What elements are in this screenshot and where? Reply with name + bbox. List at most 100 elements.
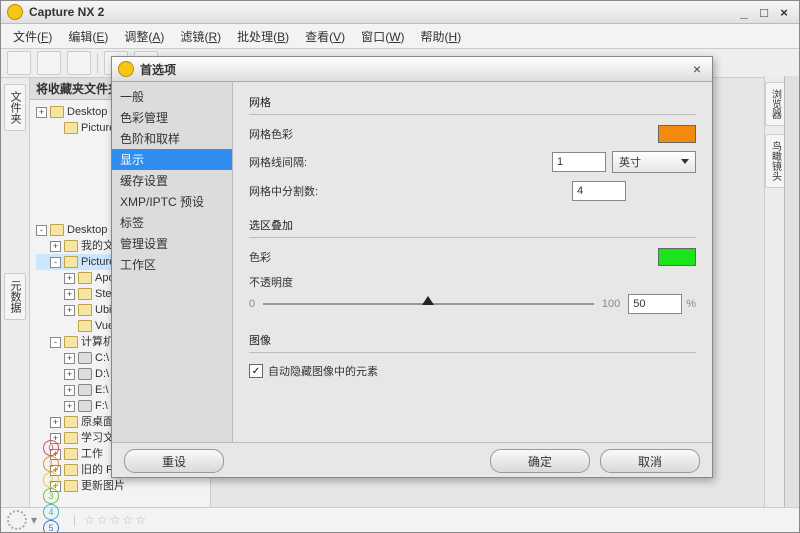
label-pill[interactable]: 5: [43, 520, 59, 533]
rating-stars[interactable]: ☆☆☆☆☆: [84, 513, 148, 527]
folder-icon: [64, 480, 78, 492]
sidetab-folders[interactable]: 文件夹: [4, 84, 26, 131]
expand-icon[interactable]: +: [64, 385, 75, 396]
reset-button[interactable]: 重设: [124, 449, 224, 473]
nav-item[interactable]: 标签: [112, 212, 232, 233]
grid-color-swatch[interactable]: [658, 125, 696, 143]
expand-icon[interactable]: +: [64, 273, 75, 284]
folder-icon: [78, 304, 92, 316]
menu-file[interactable]: 文件(F): [5, 26, 60, 47]
sidetab-birdseye[interactable]: 鸟瞰镜头: [765, 134, 786, 188]
tree-item-name: E:\: [95, 382, 108, 398]
disk-icon: [78, 384, 92, 396]
expand-icon[interactable]: +: [64, 401, 75, 412]
tree-item-name: 原桌面: [81, 414, 114, 430]
expand-icon[interactable]: +: [50, 241, 61, 252]
tree-item-name: 工作: [81, 446, 103, 462]
expand-icon[interactable]: +: [50, 417, 61, 428]
overlay-color-label: 色彩: [249, 249, 359, 265]
autohide-label: 自动隐藏图像中的元素: [268, 363, 378, 379]
opacity-input[interactable]: 50: [628, 294, 682, 314]
close-button[interactable]: ×: [775, 5, 793, 19]
grid-spacing-label: 网格线间隔:: [249, 154, 359, 170]
dialog-logo-icon: [118, 61, 134, 77]
group-grid-title: 网格: [249, 94, 696, 110]
grid-spacing-unit-select[interactable]: 英寸: [612, 151, 696, 173]
menu-adjust[interactable]: 调整(A): [116, 26, 172, 47]
menu-filter[interactable]: 滤镜(R): [172, 26, 229, 47]
toolbar-button[interactable]: [37, 51, 61, 75]
label-pill[interactable]: 4: [43, 504, 59, 520]
expand-icon[interactable]: +: [64, 353, 75, 364]
dialog-close-button[interactable]: ×: [688, 61, 706, 77]
toolbar-separator: [97, 53, 98, 73]
gear-icon[interactable]: [7, 510, 27, 530]
dialog-content: 网格 网格色彩 网格线间隔: 1 英寸 网格中分割数: 4: [233, 82, 712, 442]
tree-item-name: 计算机: [81, 334, 114, 350]
folder-icon: [78, 272, 92, 284]
label-pill[interactable]: 3: [43, 488, 59, 504]
grid-color-label: 网格色彩: [249, 126, 359, 142]
nav-item[interactable]: 色阶和取样: [112, 128, 232, 149]
expand-icon[interactable]: +: [64, 305, 75, 316]
grid-subdiv-label: 网格中分割数:: [249, 183, 359, 199]
opacity-suffix: %: [686, 298, 696, 310]
nav-item[interactable]: 管理设置: [112, 233, 232, 254]
nav-item[interactable]: 缓存设置: [112, 170, 232, 191]
label-pill[interactable]: 0: [43, 440, 59, 456]
menu-batch[interactable]: 批处理(B): [229, 26, 297, 47]
menu-view[interactable]: 查看(V): [297, 26, 353, 47]
label-pill[interactable]: 1: [43, 456, 59, 472]
vertical-scrollbar[interactable]: [784, 76, 799, 508]
separator: [249, 237, 696, 238]
autohide-checkbox[interactable]: ✓: [249, 364, 263, 378]
folder-icon: [78, 288, 92, 300]
expand-icon[interactable]: -: [50, 337, 61, 348]
opacity-min: 0: [249, 298, 255, 310]
side-tabs-left: 文件夹 元数据: [1, 78, 30, 511]
nav-item[interactable]: 显示: [112, 149, 232, 170]
nav-item[interactable]: 工作区: [112, 254, 232, 275]
expand-icon[interactable]: -: [50, 257, 61, 268]
expand-icon[interactable]: +: [64, 369, 75, 380]
toolbar-button[interactable]: [7, 51, 31, 75]
nav-item[interactable]: 色彩管理: [112, 107, 232, 128]
expand-icon[interactable]: +: [64, 289, 75, 300]
disk-icon: [78, 368, 92, 380]
opacity-slider[interactable]: [263, 303, 594, 305]
folder-icon: [50, 224, 64, 236]
menu-edit[interactable]: 编辑(E): [60, 26, 116, 47]
expand-icon[interactable]: -: [36, 225, 47, 236]
minimize-button[interactable]: _: [735, 5, 753, 19]
menu-bar: 文件(F) 编辑(E) 调整(A) 滤镜(R) 批处理(B) 查看(V) 窗口(…: [1, 24, 799, 49]
folder-icon: [64, 448, 78, 460]
sidetab-browser[interactable]: 浏览器: [765, 82, 786, 126]
ok-button[interactable]: 确定: [490, 449, 590, 473]
menu-help[interactable]: 帮助(H): [413, 26, 470, 47]
cancel-button[interactable]: 取消: [600, 449, 700, 473]
maximize-button[interactable]: □: [755, 5, 773, 19]
status-bar: ▾ 0123456789 | ☆☆☆☆☆: [1, 507, 799, 532]
overlay-color-swatch[interactable]: [658, 248, 696, 266]
grid-spacing-input[interactable]: 1: [552, 152, 606, 172]
label-pill[interactable]: 2: [43, 472, 59, 488]
nav-item[interactable]: XMP/IPTC 预设: [112, 191, 232, 212]
tree-item-name: F:\: [95, 398, 108, 414]
menu-window[interactable]: 窗口(W): [353, 26, 412, 47]
disk-icon: [78, 352, 92, 364]
folder-icon: [64, 240, 78, 252]
folder-icon: [78, 320, 92, 332]
dialog-footer: 重设 确定 取消: [112, 442, 712, 479]
toolbar-button[interactable]: [67, 51, 91, 75]
folder-icon: [64, 336, 78, 348]
opacity-slider-thumb[interactable]: [422, 296, 434, 305]
sidetab-metadata[interactable]: 元数据: [4, 273, 26, 320]
nav-item[interactable]: 一般: [112, 86, 232, 107]
grid-subdiv-input[interactable]: 4: [572, 181, 626, 201]
folder-icon: [50, 106, 64, 118]
opacity-max: 100: [602, 298, 620, 310]
tree-item[interactable]: + 更新图片: [36, 478, 204, 494]
app-logo-icon: [7, 4, 23, 20]
tree-item-name: D:\: [95, 366, 109, 382]
expand-icon[interactable]: +: [36, 107, 47, 118]
